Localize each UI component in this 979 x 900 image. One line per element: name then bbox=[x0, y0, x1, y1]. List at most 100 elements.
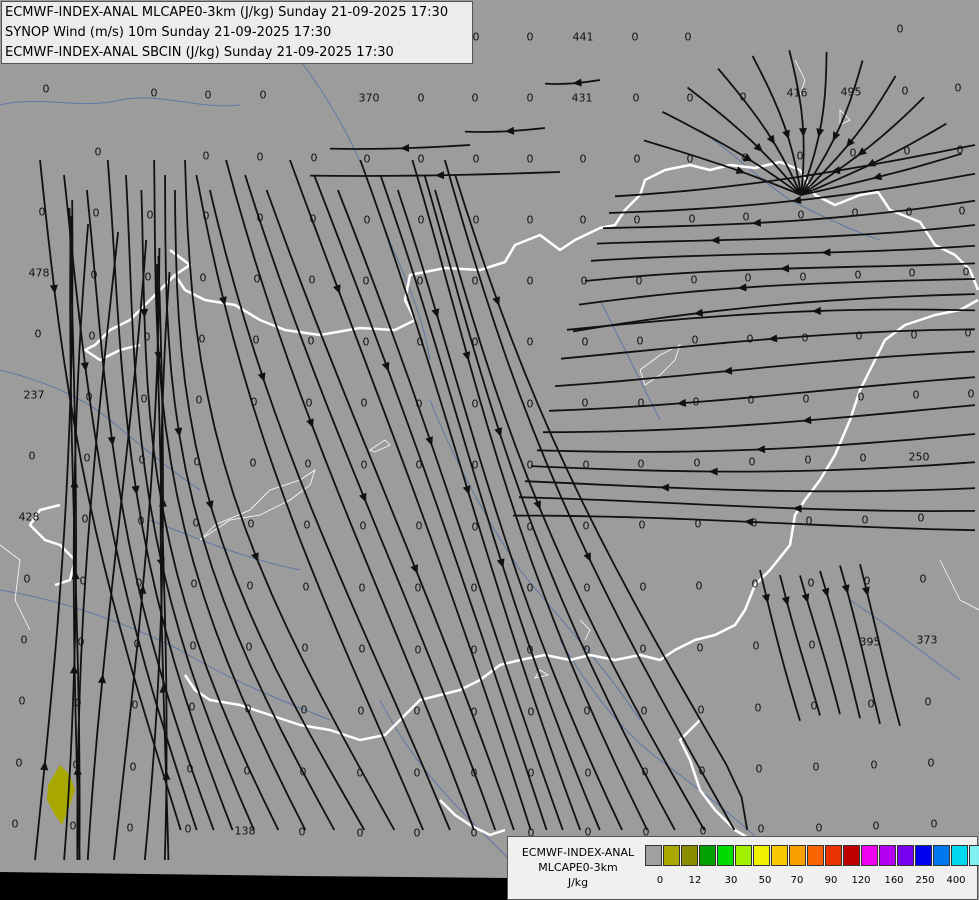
streamline-arrowhead bbox=[80, 362, 89, 372]
streamline bbox=[544, 79, 601, 85]
map-value-label: 0 bbox=[742, 210, 750, 224]
map-value-label: 0 bbox=[413, 766, 421, 780]
map-value-label: 0 bbox=[527, 766, 535, 780]
map-value-label: 0 bbox=[807, 576, 815, 590]
map-value-label: 0 bbox=[633, 152, 641, 166]
streamline-arrowhead bbox=[251, 552, 259, 562]
streamline bbox=[524, 480, 976, 493]
map-value-label: 0 bbox=[471, 335, 479, 349]
map-value-label: 416 bbox=[786, 86, 808, 100]
map-value-label: 0 bbox=[917, 511, 925, 525]
legend-swatch bbox=[879, 845, 896, 866]
map-value-label: 0 bbox=[77, 635, 85, 649]
map-value-label: 0 bbox=[581, 335, 589, 349]
map-value-label: 0 bbox=[305, 396, 313, 410]
map-value-label: 0 bbox=[526, 581, 534, 595]
map-value-label: 0 bbox=[910, 328, 918, 342]
map-value-label: 138 bbox=[234, 824, 256, 838]
map-value-label: 395 bbox=[859, 635, 881, 649]
map-value-label: 0 bbox=[300, 703, 308, 717]
map-value-label: 0 bbox=[815, 821, 823, 835]
streamline-arrowhead bbox=[821, 248, 831, 257]
map-value-label: 0 bbox=[582, 519, 590, 533]
map-value-label: 0 bbox=[470, 766, 478, 780]
legend-swatch bbox=[825, 845, 842, 866]
streamline-arrowhead bbox=[660, 483, 670, 492]
map-value-label: 0 bbox=[582, 458, 590, 472]
map-value-label: 0 bbox=[579, 213, 587, 227]
map-value-label: 0 bbox=[138, 453, 146, 467]
map-edge-dark bbox=[0, 872, 507, 900]
map-value-label: 0 bbox=[472, 213, 480, 227]
streamline-arrowhead bbox=[802, 416, 812, 425]
map-value-label: 0 bbox=[861, 513, 869, 527]
map-header: ECMWF-INDEX-ANAL MLCAPE0-3km (J/kg) Sund… bbox=[1, 1, 473, 64]
legend-tick-label: 400 bbox=[946, 875, 966, 886]
map-value-label: 0 bbox=[901, 84, 909, 98]
streamline-arrowhead bbox=[400, 144, 410, 152]
map-value-label: 0 bbox=[307, 334, 315, 348]
map-value-label: 0 bbox=[42, 82, 50, 96]
map-value-label: 0 bbox=[259, 88, 267, 102]
map-value-label: 0 bbox=[924, 695, 932, 709]
map-value-label: 0 bbox=[581, 396, 589, 410]
streamline bbox=[225, 159, 475, 831]
map-value-label: 0 bbox=[357, 704, 365, 718]
map-value-label: 0 bbox=[417, 152, 425, 166]
map-value-label: 0 bbox=[526, 397, 534, 411]
legend-swatch bbox=[933, 845, 950, 866]
streamline-arrowhead bbox=[780, 264, 790, 273]
map-value-label: 0 bbox=[244, 702, 252, 716]
map-value-label: 0 bbox=[526, 30, 534, 44]
map-value-label: 0 bbox=[896, 22, 904, 36]
map-value-label: 0 bbox=[757, 822, 765, 836]
streamline-arrowhead bbox=[496, 558, 505, 568]
map-value-label: 0 bbox=[967, 387, 975, 401]
streamline-arrowhead bbox=[435, 171, 445, 180]
map-value-label: 0 bbox=[867, 697, 875, 711]
legend-tick-label: 120 bbox=[851, 875, 871, 886]
map-value-label: 0 bbox=[526, 213, 534, 227]
legend-swatch bbox=[843, 845, 860, 866]
map-value-label: 0 bbox=[638, 518, 646, 532]
map-value-label: 0 bbox=[126, 821, 134, 835]
legend-title-model: ECMWF-INDEX-ANAL bbox=[521, 846, 635, 859]
map-value-label: 0 bbox=[189, 639, 197, 653]
map-value-label: 0 bbox=[744, 271, 752, 285]
map-value-label: 0 bbox=[20, 633, 28, 647]
map-value-label: 0 bbox=[81, 512, 89, 526]
streamline bbox=[76, 231, 119, 861]
map-value-label: 0 bbox=[310, 151, 318, 165]
map-value-label: 0 bbox=[358, 581, 366, 595]
map-value-label: 0 bbox=[954, 81, 962, 95]
streamline bbox=[759, 569, 801, 722]
map-value-label: 0 bbox=[471, 274, 479, 288]
map-value-label: 0 bbox=[632, 91, 640, 105]
map-value-label: 441 bbox=[572, 30, 594, 44]
streamline-arrowhead bbox=[533, 500, 541, 510]
map-value-label: 0 bbox=[526, 335, 534, 349]
map-value-label: 0 bbox=[18, 694, 26, 708]
legend-swatch bbox=[789, 845, 806, 866]
map-value-label: 0 bbox=[363, 152, 371, 166]
streamline-arrowhead bbox=[333, 284, 341, 294]
map-value-label: 0 bbox=[912, 388, 920, 402]
map-value-label: 0 bbox=[360, 458, 368, 472]
map-value-label: 0 bbox=[146, 208, 154, 222]
map-value-label: 495 bbox=[840, 85, 862, 99]
map-value-label: 0 bbox=[85, 390, 93, 404]
map-value-label: 0 bbox=[250, 395, 258, 409]
map-value-label: 0 bbox=[855, 329, 863, 343]
map-value-label: 0 bbox=[256, 211, 264, 225]
map-value-label: 0 bbox=[851, 206, 859, 220]
map-value-label: 0 bbox=[23, 572, 31, 586]
legend-swatch bbox=[969, 845, 979, 866]
streamline-arrowhead bbox=[799, 127, 807, 138]
map-value-label: 0 bbox=[202, 209, 210, 223]
map-value-label: 0 bbox=[686, 152, 694, 166]
map-value-label: 0 bbox=[526, 520, 534, 534]
streamline-arrowhead bbox=[381, 361, 390, 372]
streamline-arrowhead bbox=[756, 445, 766, 454]
map-value-label: 370 bbox=[358, 91, 380, 105]
streamline-arrowhead bbox=[708, 467, 718, 476]
